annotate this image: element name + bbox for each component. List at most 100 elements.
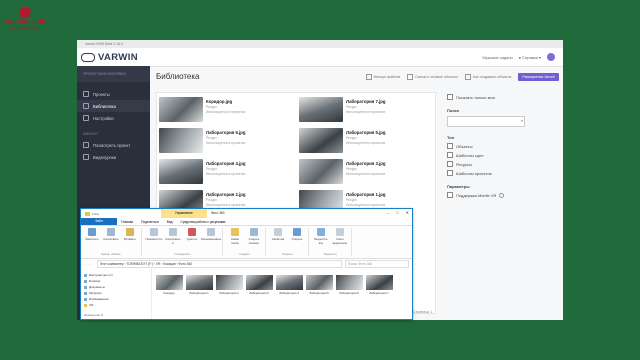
- nav-arrows[interactable]: ← → ↑: [84, 262, 94, 266]
- extensions-button[interactable]: Расширения Varwin: [518, 73, 559, 81]
- library-card[interactable]: Лаборатория 5.jpg Ресурс Используется в пр…: [299, 128, 435, 153]
- library-card[interactable]: Лаборатория 7.jpg Ресурс Используется в пр…: [299, 97, 435, 122]
- type-scene-templates-label: Шаблоны сцен: [456, 152, 484, 158]
- sidebar-header: ПРОЕКТ МУЛЬТИСЕРВИС: [77, 66, 150, 82]
- library-card[interactable]: Лаборатория 3.jpg Ресурс Используется в пр…: [299, 159, 435, 184]
- search-input[interactable]: [447, 116, 525, 127]
- brand[interactable]: VARWIN: [81, 52, 138, 63]
- info-icon: [464, 74, 471, 80]
- search-input[interactable]: Поиск: Фото 360: [345, 260, 409, 268]
- type-objects-checkbox[interactable]: [447, 143, 453, 149]
- how-to-create-button[interactable]: Как создавать объекты: [464, 74, 511, 80]
- context-tab-manage[interactable]: Управление: [161, 209, 207, 218]
- ribbon-group-open: Свойства Открыть Открыть: [270, 228, 309, 256]
- file-item[interactable]: Лаборатория 6: [335, 275, 363, 313]
- maximize-icon[interactable]: □: [396, 210, 398, 215]
- tab-picture-tools[interactable]: Средства работы с рисунками: [177, 220, 230, 224]
- paste-button[interactable]: Вставить: [122, 228, 138, 241]
- sidebar-item-settings[interactable]: Настройки: [77, 112, 150, 124]
- nav-item-label: VR: [89, 303, 94, 307]
- show-only-mine-checkbox[interactable]: [447, 94, 453, 100]
- copy-icon: [107, 228, 115, 236]
- card-thumbnail: [159, 97, 203, 122]
- help-icon[interactable]: [499, 192, 505, 198]
- desktop-icon: [84, 279, 87, 283]
- delete-label: Удалить: [186, 237, 198, 241]
- new-item-label: Создать элемент: [248, 237, 260, 245]
- pagination[interactable]: Страница 1: [413, 310, 432, 314]
- select-all-button[interactable]: Выделить все: [313, 228, 329, 245]
- file-item[interactable]: Лаборатория 2: [215, 275, 243, 313]
- explorer-titlebar: ▾ ⊞ ▸ Управление Фото 360 – □ ✕: [81, 209, 412, 218]
- brand-logo-icon: [81, 53, 95, 62]
- paste-label: Вставить: [124, 237, 136, 241]
- sidebar-item-library[interactable]: Библиотека: [77, 100, 150, 112]
- status-bar: Элементов: 8: [84, 313, 103, 317]
- tab-view[interactable]: Вид: [163, 220, 177, 224]
- copy-to-button[interactable]: Копировать в: [165, 228, 181, 245]
- navigation-pane: Быстрый доступ Desktop Документы Загрузк…: [81, 269, 152, 319]
- close-icon[interactable]: ✕: [406, 210, 409, 215]
- quick-access-toolbar[interactable]: ▾ ⊞ ▸: [92, 212, 99, 216]
- avatar[interactable]: [547, 53, 555, 61]
- card-type: Ресурс: [206, 136, 217, 140]
- window-titlebar: Varwin RMS Beta 0.16.0: [77, 40, 563, 48]
- card-usage: Используется в проектах: [346, 110, 386, 114]
- tab-share[interactable]: Поделиться: [137, 220, 163, 224]
- sidebar-item-projects[interactable]: Проекты: [77, 88, 150, 100]
- card-name: Коридор.jpg: [206, 99, 233, 104]
- sidebar-item-label: Видеоуроки: [93, 154, 117, 160]
- file-name: Лаборатория 6: [339, 291, 359, 295]
- sidebar-item-view-project[interactable]: Посмотреть проект: [77, 139, 150, 151]
- download-objects-button[interactable]: Скачать готовые объекты: [407, 74, 458, 80]
- minimize-icon[interactable]: –: [387, 210, 389, 215]
- file-thumbnail: [245, 275, 273, 290]
- tab-file[interactable]: Файл: [81, 218, 117, 225]
- file-item[interactable]: Лаборатория 1: [185, 275, 213, 313]
- user-tasks-link[interactable]: Мужские задачи: [482, 55, 512, 60]
- nav-item-vr[interactable]: VR: [84, 302, 148, 308]
- type-resources-checkbox[interactable]: [447, 161, 453, 167]
- file-explorer-window: ▾ ⊞ ▸ Управление Фото 360 – □ ✕ Файл Гла…: [80, 208, 413, 320]
- card-thumbnail: [299, 97, 343, 122]
- new-folder-button[interactable]: Новая папка: [227, 228, 243, 245]
- card-type: Ресурс: [346, 167, 357, 171]
- file-item[interactable]: Лаборатория 4: [275, 275, 303, 313]
- file-name: Лаборатория 4: [279, 291, 299, 295]
- open-button[interactable]: Открыть: [289, 228, 305, 241]
- file-item[interactable]: Лаборатория 3: [245, 275, 273, 313]
- file-item[interactable]: Лаборатория 7: [365, 275, 393, 313]
- properties-button[interactable]: Свойства: [270, 228, 286, 241]
- delete-button[interactable]: Удалить: [184, 228, 200, 245]
- library-card[interactable]: Коридор.jpg Ресурс Используется в проектах: [159, 97, 299, 122]
- ribbon-group-label: Выделить: [324, 252, 337, 256]
- library-card[interactable]: Лаборатория 4.jpg Ресурс Используется в пр…: [159, 159, 299, 184]
- mobile-vr-checkbox[interactable]: [447, 192, 453, 198]
- card-usage: Используется в проектах: [206, 203, 246, 207]
- card-usage: Используется в проектах: [346, 141, 386, 145]
- new-folder-icon: [231, 228, 239, 236]
- help-link[interactable]: ● Справка ▾: [519, 55, 541, 60]
- file-item[interactable]: Лаборатория 5: [305, 275, 333, 313]
- library-card[interactable]: Лаборатория 6.jpg Ресурс Используется в пр…: [159, 128, 299, 153]
- import-files-button[interactable]: Импорт файлов: [365, 74, 400, 80]
- star-icon: [84, 273, 87, 277]
- file-item[interactable]: Коридор: [155, 275, 183, 313]
- card-name: Лаборатория 1.jpg: [346, 192, 386, 197]
- card-type: Ресурс: [206, 167, 217, 171]
- move-to-button[interactable]: Переместить: [145, 228, 163, 245]
- sidebar-item-videos[interactable]: Видеоуроки: [77, 151, 150, 163]
- rename-button[interactable]: Переименовать: [201, 228, 221, 245]
- file-name: Лаборатория 7: [369, 291, 389, 295]
- card-name: Лаборатория 3.jpg: [346, 161, 386, 166]
- type-label: Тип: [447, 135, 455, 140]
- type-project-templates-checkbox[interactable]: [447, 170, 453, 176]
- new-item-button[interactable]: Создать элемент: [246, 228, 262, 245]
- deselect-button[interactable]: Снять выделение: [332, 228, 348, 245]
- type-scene-templates-checkbox[interactable]: [447, 152, 453, 158]
- tab-home[interactable]: Главная: [117, 220, 137, 224]
- pin-button[interactable]: Закрепить: [84, 228, 100, 241]
- copy-button[interactable]: Копировать: [103, 228, 119, 241]
- path-field[interactable]: Этот компьютер › TOSHIBA EXT (F:) › VR ›…: [96, 260, 342, 268]
- file-thumbnail: [215, 275, 243, 290]
